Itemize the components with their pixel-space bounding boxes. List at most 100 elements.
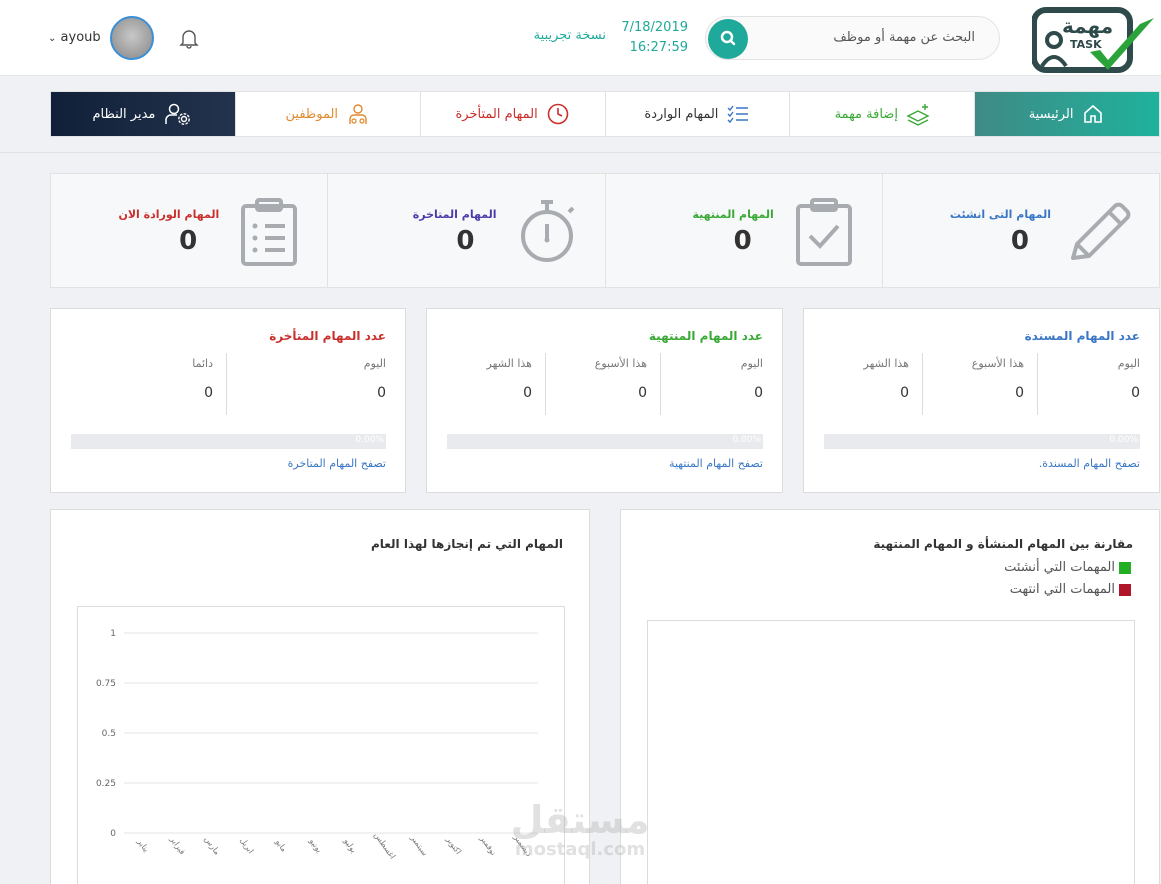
col-value: 0 (1015, 385, 1024, 401)
col-header: اليوم (740, 357, 763, 370)
stat-finished-value: 0 (733, 226, 752, 256)
watermark-url: mostaql.com (514, 839, 646, 860)
col-value: 0 (1131, 385, 1140, 401)
col-value: 0 (900, 385, 909, 401)
year-tasks-panel: المهام التي تم إنجازها لهذا العام 0 0.25 0… (50, 509, 590, 884)
legend-label: المهمات التي انتهت (1009, 582, 1115, 597)
search-input[interactable]: البحث عن مهمة أو موظف (833, 30, 975, 45)
date-time: 7/18/2019 16:27:59 (600, 18, 688, 58)
y-tick-label: 0.75 (96, 679, 116, 689)
header-divider (0, 152, 1161, 153)
x-tick-label: يونيو (307, 836, 324, 854)
tab-incoming-tasks-label: المهام الواردة (644, 106, 719, 122)
col-value: 0 (204, 385, 213, 401)
tab-employees[interactable]: الموظفين (234, 92, 420, 136)
tab-add-task[interactable]: إضافة مهمة (789, 92, 974, 136)
x-tick-label: اكتوبر (444, 834, 463, 856)
browse-late-link[interactable]: تصفح المهام المتاخرة (288, 457, 386, 470)
add-layers-icon (906, 104, 930, 126)
stat-created-tasks[interactable]: المهام التى انشئت 0 (881, 174, 1159, 287)
y-tick-label: 0 (110, 829, 116, 839)
search-button[interactable] (708, 19, 748, 59)
stat-created-value: 0 (1010, 226, 1029, 256)
avatar[interactable] (110, 16, 154, 60)
card-assigned-title: عدد المهام المسندة (1024, 329, 1140, 343)
col-header: هذا الأسبوع (594, 357, 647, 370)
username: ayoub (60, 30, 101, 45)
tab-system-admin[interactable]: مدير النظام (51, 92, 235, 136)
chevron-down-icon: ⌄ (48, 33, 57, 44)
stat-incoming-label: المهام الورادة الان (118, 208, 220, 221)
watermark-logo-text: مستقل (510, 798, 650, 842)
y-tick-label: 1 (110, 629, 116, 639)
watermark: مستقل mostaql.com (510, 800, 650, 860)
top-bar: مهمة TASK البحث عن مهمة أو موظف 7/18/201… (0, 0, 1161, 76)
checklist-icon (727, 105, 749, 124)
card-finished-col: هذا الأسبوع 0 (547, 353, 647, 415)
card-finished-col: اليوم 0 (663, 353, 763, 415)
stat-incoming-tasks[interactable]: المهام الورادة الان 0 (51, 174, 328, 287)
stat-late-label: المهام المتاخرة (412, 208, 497, 221)
col-value: 0 (638, 385, 647, 401)
card-assigned-col: هذا الشهر 0 (809, 353, 910, 415)
card-late-title: عدد المهام المتأخرة (269, 329, 386, 343)
progress-bar: 0.00% (824, 434, 1140, 449)
col-value: 0 (523, 385, 532, 401)
card-late-col: اليوم 0 (246, 353, 386, 415)
year-line-chart: 0 0.25 0.5 0.75 1 يناير فبراير مارس ابريل مايو يون… (96, 629, 538, 861)
tab-late-tasks[interactable]: المهام المتأخرة (419, 92, 605, 136)
card-assigned-col: هذا الأسبوع 0 (924, 353, 1024, 415)
tab-incoming-tasks[interactable]: المهام الواردة (604, 92, 790, 136)
compare-chart-area (647, 620, 1135, 884)
legend-label: المهمات التي أنشئت (1004, 560, 1115, 575)
year-chart-area: 0 0.25 0.5 0.75 1 يناير فبراير مارس ابريل مايو يون… (77, 606, 565, 884)
card-finished-title: عدد المهام المنتهية (648, 329, 763, 343)
tab-late-tasks-label: المهام المتأخرة (455, 106, 538, 122)
progress-bar: 0.00% (71, 434, 386, 449)
col-header: هذا الشهر (863, 357, 910, 370)
col-header: هذا الشهر (486, 357, 533, 370)
user-menu[interactable]: ⌄ ayoub (48, 30, 101, 45)
x-tick-label: سبتمبر (408, 833, 429, 858)
tab-add-task-label: إضافة مهمة (834, 106, 898, 122)
x-tick-label: مايو (273, 837, 288, 854)
card-late-tasks: عدد المهام المتأخرة اليوم 0 دائما 0 0.00… (50, 308, 406, 493)
browse-assigned-link[interactable]: تصفح المهام المسندة. (1039, 457, 1140, 470)
card-finished-col: هذا الشهر 0 (432, 353, 533, 415)
progress-bar: 0.00% (447, 434, 763, 449)
y-tick-label: 0.25 (96, 779, 116, 789)
notifications-button[interactable] (178, 27, 200, 49)
x-tick-label: فبراير (168, 834, 187, 856)
legend-swatch-created (1119, 561, 1131, 574)
card-finished-tasks: عدد المهام المنتهية اليوم 0 هذا الأسبوع … (426, 308, 783, 493)
y-tick-label: 0.5 (102, 729, 116, 739)
stat-created-label: المهام التى انشئت (949, 208, 1051, 221)
col-divider (226, 353, 227, 415)
stat-finished-tasks[interactable]: المهام المنتهية 0 (604, 174, 882, 287)
card-assigned-tasks: عدد المهام المسندة اليوم 0 هذا الأسبوع 0… (803, 308, 1160, 493)
stats-row: المهام التى انشئت 0 المهام المنتهية 0 ال… (50, 173, 1160, 288)
col-divider (1037, 353, 1038, 415)
employees-icon (349, 104, 367, 124)
compare-panel-title: مقارنة بين المهام المنشأة و المهام المنت… (873, 537, 1133, 551)
stat-late-tasks[interactable]: المهام المتاخرة 0 (327, 174, 605, 287)
tab-home-label: الرئيسية (1028, 106, 1074, 122)
card-assigned-col: اليوم 0 (1040, 353, 1140, 415)
tab-system-admin-label: مدير النظام (92, 106, 156, 122)
browse-finished-link[interactable]: تصفح المهام المنتهية (669, 457, 763, 470)
admin-settings-icon (165, 103, 191, 125)
bell-icon (179, 30, 199, 49)
logo-text-ar: مهمة (1062, 14, 1114, 38)
col-divider (545, 353, 546, 415)
search-bar[interactable]: البحث عن مهمة أو موظف (705, 16, 1000, 60)
year-panel-title: المهام التي تم إنجازها لهذا العام (370, 537, 563, 551)
col-divider (922, 353, 923, 415)
clipboard-check-icon (795, 198, 852, 266)
tab-home[interactable]: الرئيسية (974, 92, 1159, 136)
col-header: دائما (192, 357, 213, 370)
x-tick-label: يناير (135, 837, 151, 854)
col-header: هذا الأسبوع (971, 357, 1024, 370)
app-logo[interactable]: مهمة TASK (1031, 6, 1157, 74)
clock-icon (547, 103, 569, 125)
col-header: اليوم (363, 357, 386, 370)
